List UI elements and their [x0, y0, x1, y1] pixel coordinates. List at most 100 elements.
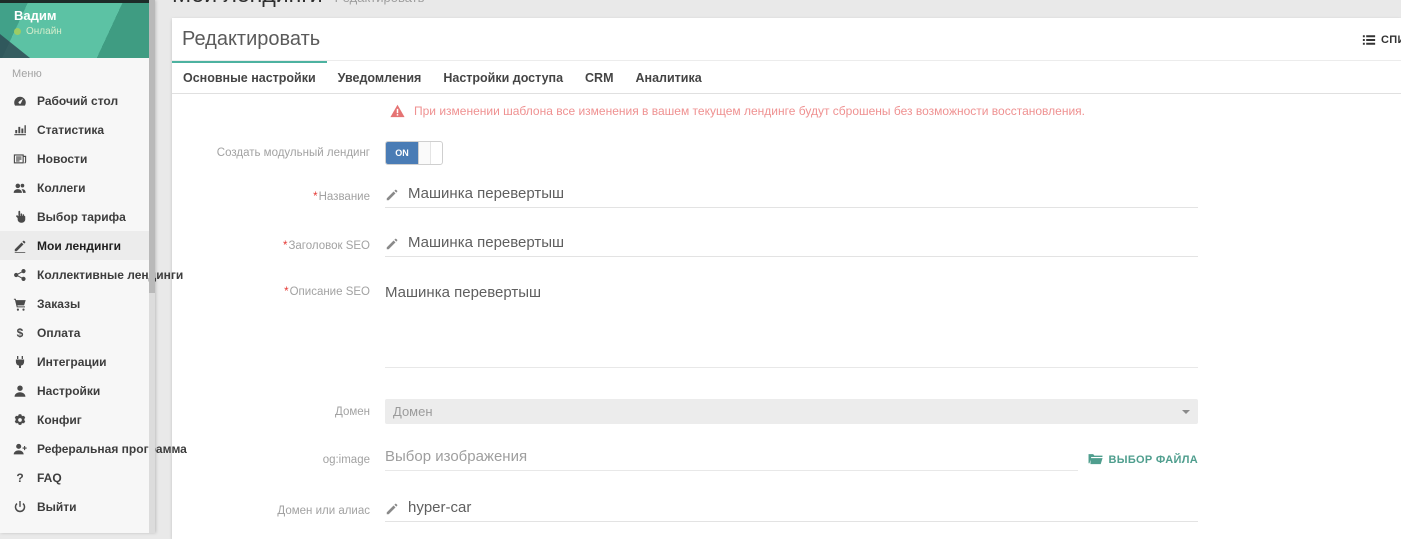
- sidebar-item-logout[interactable]: Выйти: [0, 492, 155, 521]
- sidebar-item-tariff[interactable]: Выбор тарифа: [0, 202, 155, 231]
- seo-title-row: Заголовок SEO: [172, 234, 1401, 257]
- card-title: Редактировать: [182, 18, 320, 61]
- list-button-label: СПИСОК: [1381, 34, 1401, 46]
- sidebar-item-colleagues[interactable]: Коллеги: [0, 173, 155, 202]
- list-icon: [1362, 33, 1376, 47]
- card-header: Редактировать СПИСОК: [172, 18, 1401, 61]
- pencil-icon: [385, 502, 399, 516]
- user-status: Онлайн: [14, 26, 62, 37]
- sidebar-item-orders[interactable]: Заказы: [0, 289, 155, 318]
- bar-chart-icon: [12, 122, 28, 138]
- og-image-input[interactable]: [385, 448, 1078, 465]
- sidebar-item-settings[interactable]: Настройки: [0, 376, 155, 405]
- tab-access-settings[interactable]: Настройки доступа: [432, 61, 574, 93]
- dollar-icon: $: [12, 325, 28, 341]
- pencil-icon: [12, 238, 28, 254]
- seo-title-input[interactable]: [408, 234, 1198, 251]
- power-icon: [12, 499, 28, 515]
- module-landing-toggle[interactable]: ON: [385, 141, 443, 165]
- alias-label: Домен или алиас: [172, 505, 370, 517]
- domain-row: Домен Домен: [172, 399, 1401, 424]
- sidebar-item-statistics[interactable]: Статистика: [0, 115, 155, 144]
- tab-content: При изменении шаблона все изменения в ва…: [172, 94, 1401, 522]
- sidebar-item-label: Интеграции: [37, 355, 107, 369]
- toggle-knob: [418, 142, 431, 164]
- sidebar-item-label: Конфиг: [37, 413, 82, 427]
- og-image-label: og:image: [172, 454, 370, 466]
- sidebar-scrollbar[interactable]: [149, 0, 155, 533]
- sidebar-item-my-landings[interactable]: Мои лендинги: [0, 231, 155, 260]
- sidebar-item-label: Коллеги: [37, 181, 86, 195]
- sidebar-item-referral[interactable]: Реферальная программа: [0, 434, 155, 463]
- menu-section-label: Меню: [12, 68, 155, 80]
- user-name: Вадим: [14, 8, 56, 23]
- sidebar: Вадим Онлайн Меню Рабочий стол Статистик…: [0, 0, 155, 533]
- name-input[interactable]: [408, 185, 1198, 202]
- folder-icon: [1088, 453, 1103, 466]
- tab-notifications[interactable]: Уведомления: [327, 61, 433, 93]
- tab-main-settings[interactable]: Основные настройки: [172, 61, 327, 93]
- module-toggle-label: Создать модульный лендинг: [172, 147, 370, 159]
- sidebar-item-collective-landings[interactable]: Коллективные лендинги: [0, 260, 155, 289]
- sidebar-item-label: Коллективные лендинги: [37, 268, 183, 282]
- seo-description-textarea[interactable]: Машинка перевертыш: [385, 284, 1198, 368]
- choose-file-button[interactable]: ВЫБОР ФАЙЛА: [1088, 453, 1199, 466]
- domain-select-value: Домен: [393, 404, 433, 419]
- sidebar-item-label: Статистика: [37, 123, 104, 137]
- tab-analytics[interactable]: Аналитика: [625, 61, 713, 93]
- sidebar-item-dashboard[interactable]: Рабочий стол: [0, 86, 155, 115]
- sidebar-item-label: Мои лендинги: [37, 239, 121, 253]
- sidebar-item-label: Настройки: [37, 384, 100, 398]
- caret-down-icon: [1182, 410, 1190, 414]
- sidebar-item-config[interactable]: Конфиг: [0, 405, 155, 434]
- name-field-row: Название: [172, 185, 1401, 208]
- online-status-icon: [14, 28, 21, 35]
- question-icon: ?: [12, 470, 28, 486]
- warning-text: При изменении шаблона все изменения в ва…: [414, 104, 1085, 118]
- pencil-icon: [385, 188, 399, 202]
- sidebar-item-label: Рабочий стол: [37, 94, 118, 108]
- share-icon: [12, 267, 28, 283]
- sidebar-item-label: Выбор тарифа: [37, 210, 126, 224]
- user-status-label: Онлайн: [26, 26, 62, 37]
- sidebar-user-panel: Вадим Онлайн: [0, 0, 155, 58]
- user-plus-icon: [12, 441, 28, 457]
- breadcrumb: Редактировать: [335, 0, 425, 5]
- sidebar-item-label: Оплата: [37, 326, 80, 340]
- sidebar-item-label: Реферальная программа: [37, 442, 187, 456]
- sidebar-item-label: Выйти: [37, 500, 77, 514]
- domain-select[interactable]: Домен: [385, 399, 1198, 424]
- users-icon: [12, 180, 28, 196]
- sidebar-item-payment[interactable]: $ Оплата: [0, 318, 155, 347]
- edit-card: Редактировать СПИСОК Основные настройки …: [172, 18, 1401, 539]
- sidebar-item-label: FAQ: [37, 471, 62, 485]
- template-warning: При изменении шаблона все изменения в ва…: [390, 102, 1401, 120]
- tab-crm[interactable]: CRM: [574, 61, 624, 93]
- alias-row: Домен или алиас: [172, 499, 1401, 522]
- sidebar-item-faq[interactable]: ? FAQ: [0, 463, 155, 492]
- warning-icon: [390, 104, 405, 118]
- og-image-row: og:image ВЫБОР ФАЙЛА: [172, 448, 1401, 471]
- page-header: Мои лендинги Редактировать: [172, 0, 424, 11]
- newspaper-icon: [12, 151, 28, 167]
- alias-input[interactable]: [408, 499, 1198, 516]
- list-view-button[interactable]: СПИСОК: [1362, 18, 1401, 61]
- sidebar-item-label: Новости: [37, 152, 87, 166]
- toggle-on-label: ON: [386, 142, 418, 164]
- domain-label: Домен: [172, 406, 370, 418]
- gauge-icon: [12, 93, 28, 109]
- page-title: Мои лендинги: [172, 0, 323, 7]
- hand-pointer-icon: [12, 209, 28, 225]
- choose-file-label: ВЫБОР ФАЙЛА: [1109, 454, 1199, 466]
- seo-description-label: Описание SEO: [172, 286, 370, 298]
- sidebar-item-news[interactable]: Новости: [0, 144, 155, 173]
- seo-description-row: Описание SEO Машинка перевертыш: [172, 284, 1401, 373]
- sidebar-item-integrations[interactable]: Интеграции: [0, 347, 155, 376]
- sidebar-item-label: Заказы: [37, 297, 80, 311]
- cogs-icon: [12, 412, 28, 428]
- main-area: Мои лендинги Редактировать Редактировать …: [155, 0, 1401, 533]
- name-field-label: Название: [172, 191, 370, 203]
- pencil-icon: [385, 237, 399, 251]
- module-toggle-row: Создать модульный лендинг ON: [172, 141, 1401, 165]
- cart-icon: [12, 296, 28, 312]
